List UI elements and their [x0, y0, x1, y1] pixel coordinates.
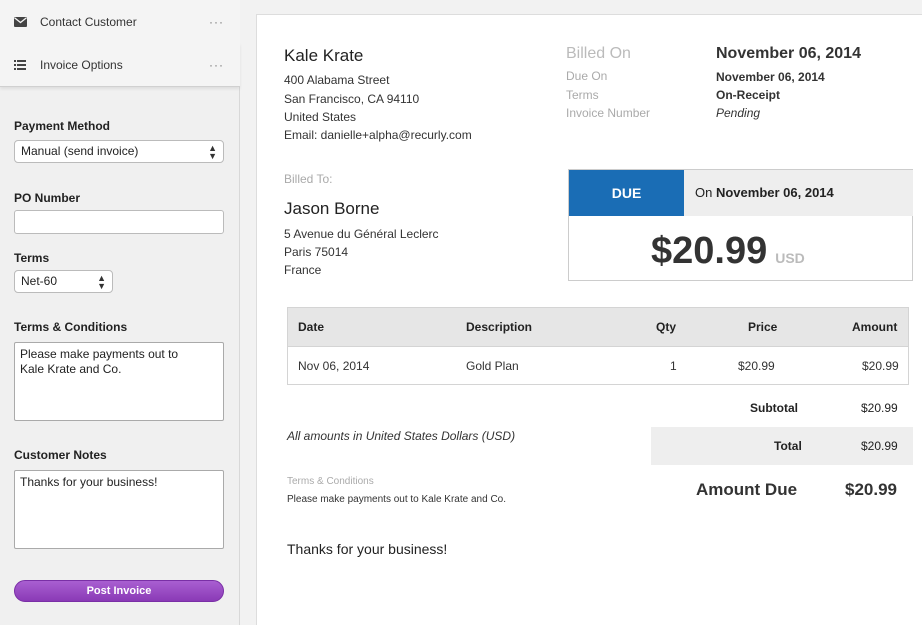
merchant-name: Kale Krate	[284, 46, 364, 65]
due-on-value: November 06, 2014	[716, 70, 825, 84]
customer-city: Paris 75014	[284, 245, 349, 259]
line-items-header: Date Description Qty Price Amount	[287, 307, 909, 347]
customer-notes-label: Customer Notes	[14, 448, 107, 462]
more-options-icon[interactable]: ···	[209, 15, 224, 29]
select-arrows-icon: ▲ ▼	[208, 143, 217, 161]
column-description: Description	[466, 320, 533, 334]
row-amount: $20.99	[862, 359, 899, 373]
terms-heading: Terms & Conditions	[287, 476, 374, 487]
amount-due-label: Amount Due	[696, 480, 798, 499]
po-number-input[interactable]	[14, 210, 224, 234]
column-price: Price	[748, 320, 778, 334]
payment-method-value: Manual (send invoice)	[21, 144, 139, 158]
terms-select[interactable]: Net-60 ▲ ▼	[14, 270, 113, 293]
billed-on-value: November 06, 2014	[716, 45, 861, 62]
terms-label: Terms	[14, 251, 50, 265]
row-date: Nov 06, 2014	[298, 359, 370, 373]
invoice-preview: Kale Krate 400 Alabama Street San Franci…	[256, 14, 922, 625]
due-on-date: November 06, 2014	[715, 185, 834, 200]
thank-you-note: Thanks for your business!	[287, 541, 448, 557]
due-on-prefix: On	[695, 185, 713, 200]
total-label: Total	[774, 439, 802, 453]
customer-notes-textarea[interactable]: Thanks for your business!	[14, 470, 224, 549]
terms-value: On-Receipt	[716, 88, 781, 102]
terms-value: Net-60	[21, 274, 58, 288]
due-on-label: Due On	[566, 69, 608, 83]
customer-street: 5 Avenue du Général Leclerc	[284, 227, 439, 241]
customer-country: France	[284, 263, 322, 277]
due-on-banner: On November 06, 2014	[684, 170, 913, 216]
due-tag: DUE	[569, 170, 684, 216]
row-description: Gold Plan	[466, 359, 519, 373]
terms-conditions-label: Terms & Conditions	[14, 320, 128, 334]
po-number-label: PO Number	[14, 191, 81, 205]
merchant-street: 400 Alabama Street	[284, 73, 390, 87]
column-qty: Qty	[656, 320, 677, 334]
table-row: Nov 06, 2014 Gold Plan 1 $20.99 $20.99	[287, 347, 909, 385]
subtotal-value: $20.99	[861, 401, 898, 415]
billed-on-label: Billed On	[566, 45, 631, 62]
column-date: Date	[298, 320, 325, 334]
merchant-city: San Francisco, CA 94110	[284, 92, 420, 106]
invoice-sidebar: Contact Customer ··· Invoice Options ···…	[0, 0, 240, 625]
payment-method-label: Payment Method	[14, 119, 111, 133]
amount-due-box: DUE On November 06, 2014 $20.99 USD	[568, 169, 913, 281]
invoice-number-label: Invoice Number	[566, 106, 651, 120]
row-qty: 1	[670, 359, 677, 373]
due-currency: USD	[775, 250, 805, 266]
terms-meta-label: Terms	[566, 88, 599, 102]
terms-text: Please make payments out to Kale Krate a…	[287, 494, 507, 505]
invoice-number-value: Pending	[716, 106, 761, 120]
payment-method-select[interactable]: Manual (send invoice) ▲ ▼	[14, 140, 224, 163]
customer-name: Jason Borne	[284, 199, 380, 218]
billed-to-label: Billed To:	[284, 172, 333, 186]
more-options-icon[interactable]: ···	[209, 58, 224, 72]
merchant-country: United States	[284, 110, 357, 124]
terms-conditions-textarea[interactable]: Please make payments out to Kale Krate a…	[14, 342, 224, 421]
envelope-icon	[14, 16, 28, 28]
currency-note: All amounts in United States Dollars (US…	[287, 429, 516, 443]
due-amount: $20.99 USD	[651, 230, 805, 273]
amount-due-value: $20.99	[845, 480, 897, 499]
total-value: $20.99	[861, 439, 898, 453]
contact-customer-label: Contact Customer	[40, 14, 137, 29]
invoice-options-action[interactable]: Invoice Options ···	[0, 43, 240, 87]
post-invoice-button[interactable]: Post Invoice	[14, 580, 224, 602]
list-icon	[14, 59, 28, 71]
merchant-email: Email: danielle+alpha@recurly.com	[284, 128, 472, 142]
row-price: $20.99	[738, 359, 775, 373]
subtotal-label: Subtotal	[750, 401, 798, 415]
select-arrows-icon: ▲ ▼	[97, 273, 106, 291]
invoice-options-label: Invoice Options	[40, 57, 123, 72]
contact-customer-action[interactable]: Contact Customer ···	[0, 0, 240, 44]
due-amount-value: $20.99	[651, 230, 768, 272]
column-amount: Amount	[852, 320, 898, 334]
